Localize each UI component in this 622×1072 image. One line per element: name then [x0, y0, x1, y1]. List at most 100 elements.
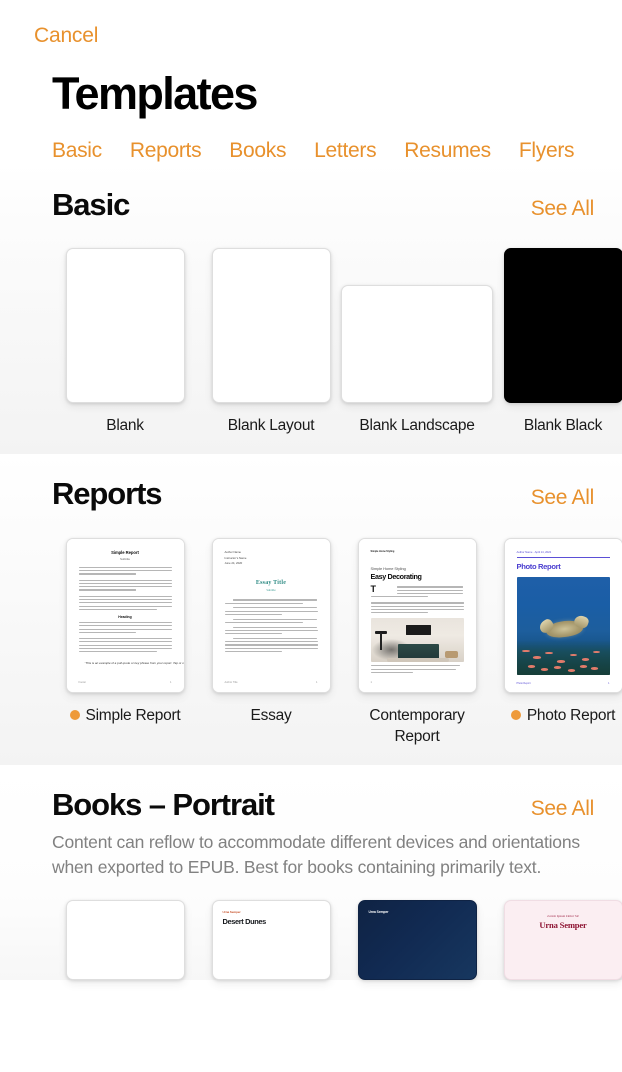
template-thumbnail-navy-book[interactable]: Urna Semper: [357, 900, 477, 981]
template-card-blank[interactable]: Blank: [52, 248, 198, 436]
doc-photo-caption: [370, 665, 464, 673]
template-thumbnail-simple-report[interactable]: Simple Report Subtitle Heading “This is …: [65, 538, 185, 694]
doc-paragraph: [224, 626, 318, 635]
template-card-navy-book[interactable]: Urna Semper: [344, 900, 490, 981]
template-thumbnail-blank[interactable]: [65, 248, 185, 404]
doc-paragraph: [78, 595, 172, 610]
template-thumbnail-blank-layout[interactable]: [211, 248, 331, 404]
template-label: Essay: [250, 707, 292, 725]
doc-inline-photo-sea-turtle: [516, 577, 610, 676]
doc-page-number: 1: [608, 682, 610, 686]
doc-preview-photo-report: Author Name · April 14, 2022 Photo Repor…: [504, 539, 622, 693]
book-kicker: Urna Semper: [368, 910, 389, 915]
doc-preview-pink-book: Lorem Ipsum Dolor Sit Urna Semper: [505, 901, 622, 979]
tab-basic[interactable]: Basic: [52, 139, 102, 163]
doc-meta: Author Name · April 14, 2022: [516, 550, 552, 555]
doc-pull-quote: “This is an example of a pull quote or k…: [84, 661, 185, 666]
section-basic-title: Basic: [52, 187, 130, 223]
tab-resumes[interactable]: Resumes: [404, 139, 491, 163]
book-kicker: Urna Semper: [222, 910, 241, 915]
doc-footer: 1: [371, 681, 464, 684]
template-caption: Blank Layout: [224, 416, 319, 436]
template-thumbnail-pink-book[interactable]: Lorem Ipsum Dolor Sit Urna Semper: [503, 900, 622, 981]
doc-preview-essay: Author Name Instructor’s Name June 24, 2…: [212, 539, 330, 693]
template-label: Photo Report: [526, 707, 616, 725]
template-caption: Blank: [102, 416, 148, 436]
doc-title: Easy Decorating: [370, 572, 422, 582]
doc-preview-desert-dunes: Urna Semper Desert Dunes: [213, 901, 330, 979]
template-caption: Photo Report: [507, 706, 619, 726]
section-reports-header: Reports See All: [0, 476, 622, 512]
tab-books[interactable]: Books: [229, 139, 286, 163]
doc-page-number: 1: [316, 681, 318, 685]
template-card-desert-dunes[interactable]: Urna Semper Desert Dunes: [198, 900, 344, 981]
template-caption: Blank Landscape: [355, 416, 478, 436]
doc-page-number: 1: [170, 681, 172, 685]
cancel-button[interactable]: Cancel: [34, 24, 98, 48]
section-books-header: Books – Portrait See All: [0, 787, 622, 823]
doc-paragraph: [370, 602, 464, 614]
section-reports-title: Reports: [52, 476, 163, 512]
doc-page-number: 1: [370, 681, 372, 685]
books-template-row[interactable]: Urna Semper Desert Dunes Urna Semper Lor…: [0, 900, 622, 981]
doc-paragraph: [78, 579, 172, 591]
template-caption: Contemporary Report: [344, 706, 490, 746]
template-card-blank-layout[interactable]: Blank Layout: [198, 248, 344, 436]
doc-heading: Heading: [118, 614, 132, 619]
template-label: Blank: [106, 417, 144, 435]
see-all-basic-button[interactable]: See All: [531, 197, 595, 221]
top-bar: Cancel: [0, 0, 622, 60]
template-thumbnail-blank-landscape[interactable]: [341, 285, 493, 404]
doc-preview-contemporary-report: Simple Home Styling Simple Home Styling …: [358, 539, 476, 693]
template-thumbnail-desert-dunes[interactable]: Urna Semper Desert Dunes: [211, 900, 331, 981]
template-thumbnail-blank-book[interactable]: [65, 900, 185, 981]
template-card-photo-report[interactable]: Author Name · April 14, 2022 Photo Repor…: [490, 538, 622, 726]
template-card-essay[interactable]: Author Name Instructor’s Name June 24, 2…: [198, 538, 344, 726]
template-card-pink-book[interactable]: Lorem Ipsum Dolor Sit Urna Semper: [490, 900, 622, 981]
book-title: Desert Dunes: [222, 917, 267, 927]
doc-footer-left: Author Title: [224, 681, 238, 685]
template-card-blank-landscape[interactable]: Blank Landscape: [341, 248, 493, 436]
doc-paragraph: [78, 638, 172, 653]
template-thumbnail-essay[interactable]: Author Name Instructor’s Name June 24, 2…: [211, 538, 331, 694]
tab-reports[interactable]: Reports: [130, 139, 202, 163]
template-caption: Essay: [247, 706, 296, 726]
template-thumbnail-contemporary-report[interactable]: Simple Home Styling Simple Home Styling …: [357, 538, 477, 694]
template-card-blank-black[interactable]: Blank Black: [490, 248, 622, 436]
doc-date: June 24, 2020: [224, 561, 243, 566]
doc-footer: Photo Report 1: [517, 682, 610, 685]
reports-template-row[interactable]: Simple Report Subtitle Heading “This is …: [0, 538, 622, 746]
doc-preview-navy-book: Urna Semper: [359, 901, 476, 979]
templates-chooser-screen: Cancel Templates Basic Reports Books Let…: [0, 0, 622, 1072]
template-card-contemporary-report[interactable]: Simple Home Styling Simple Home Styling …: [344, 538, 490, 746]
section-basic-header: Basic See All: [0, 187, 622, 223]
doc-footer-left: Photo Report: [516, 682, 531, 686]
doc-drop-cap: T: [370, 584, 377, 595]
downloaded-indicator-dot: [510, 710, 521, 721]
template-label: Contemporary Report: [369, 707, 465, 745]
see-all-reports-button[interactable]: See All: [531, 486, 595, 510]
doc-preview-simple-report: Simple Report Subtitle Heading “This is …: [66, 539, 185, 693]
tab-flyers[interactable]: Flyers: [519, 139, 575, 163]
doc-title: Essay Title: [255, 580, 287, 587]
template-thumbnail-blank-black[interactable]: [503, 248, 622, 404]
doc-paragraph: [224, 637, 318, 653]
doc-kicker: Simple Home Styling: [370, 550, 395, 554]
section-books-portrait: Books – Portrait See All Content can ref…: [0, 764, 622, 981]
basic-template-row[interactable]: Blank Blank Layout Blank Landscape Blank…: [0, 248, 622, 436]
tab-letters[interactable]: Letters: [314, 139, 376, 163]
page-title: Templates: [52, 68, 258, 119]
doc-title: Photo Report: [516, 562, 561, 572]
doc-subtitle: Subtitle: [266, 588, 276, 593]
doc-divider-rule: [516, 556, 610, 559]
template-card-blank-book[interactable]: [52, 900, 198, 981]
section-reports: Reports See All Simple Report Subtitle H…: [0, 454, 622, 765]
doc-subtitle: Subtitle: [119, 556, 130, 561]
see-all-books-button[interactable]: See All: [531, 797, 595, 821]
template-card-simple-report[interactable]: Simple Report Subtitle Heading “This is …: [52, 538, 198, 726]
doc-inline-photo-living-room: [370, 618, 464, 663]
section-books-title: Books – Portrait: [52, 786, 275, 822]
template-thumbnail-photo-report[interactable]: Author Name · April 14, 2022 Photo Repor…: [503, 538, 622, 694]
template-caption: Blank Black: [520, 416, 606, 436]
category-tab-bar[interactable]: Basic Reports Books Letters Resumes Flye…: [0, 117, 622, 163]
